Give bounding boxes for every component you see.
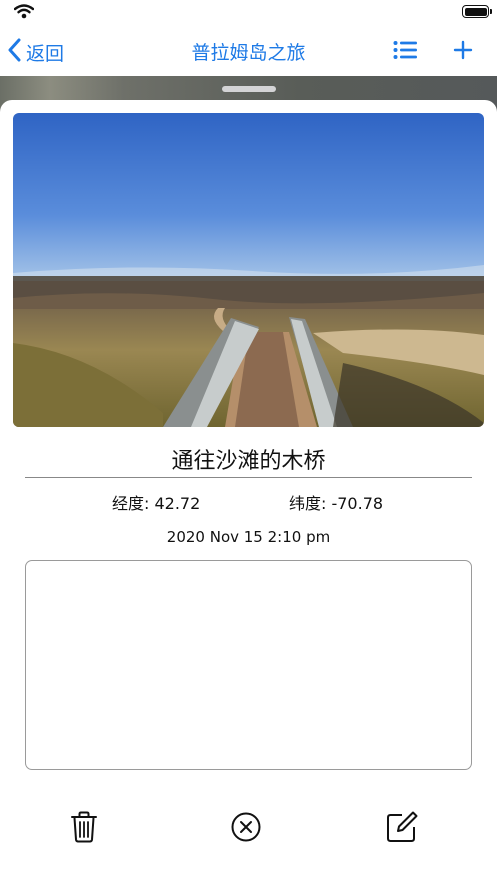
battery-icon xyxy=(462,5,492,18)
trash-icon xyxy=(70,811,98,847)
entry-photo xyxy=(13,113,484,427)
list-icon xyxy=(393,41,417,64)
nav-bar: 返回 普拉姆岛之旅 xyxy=(0,28,497,76)
square-pencil-icon xyxy=(385,811,419,847)
back-label: 返回 xyxy=(26,42,65,65)
edit-button[interactable] xyxy=(385,809,419,847)
back-button[interactable]: 返回 xyxy=(8,36,64,68)
wifi-icon xyxy=(13,4,35,23)
page-title: 普拉姆岛之旅 xyxy=(191,42,306,64)
entry-date: 2020 Nov 15 2:10 pm xyxy=(166,528,331,546)
sheet-grabber[interactable] xyxy=(222,86,276,92)
chevron-left-icon xyxy=(8,38,26,66)
title-underline xyxy=(25,477,472,478)
plus-icon xyxy=(453,40,473,65)
status-bar xyxy=(0,0,497,28)
add-button[interactable] xyxy=(453,39,473,65)
longitude-label: 纬度: -70.78 xyxy=(289,494,384,513)
delete-button[interactable] xyxy=(70,811,98,847)
entry-title[interactable]: 通往沙滩的木桥 xyxy=(25,443,472,475)
latitude-label: 经度: 42.72 xyxy=(112,494,201,513)
cancel-button[interactable] xyxy=(230,811,262,847)
notes-textarea[interactable] xyxy=(25,560,472,770)
x-circle-icon xyxy=(230,812,262,847)
list-button[interactable] xyxy=(393,40,417,64)
